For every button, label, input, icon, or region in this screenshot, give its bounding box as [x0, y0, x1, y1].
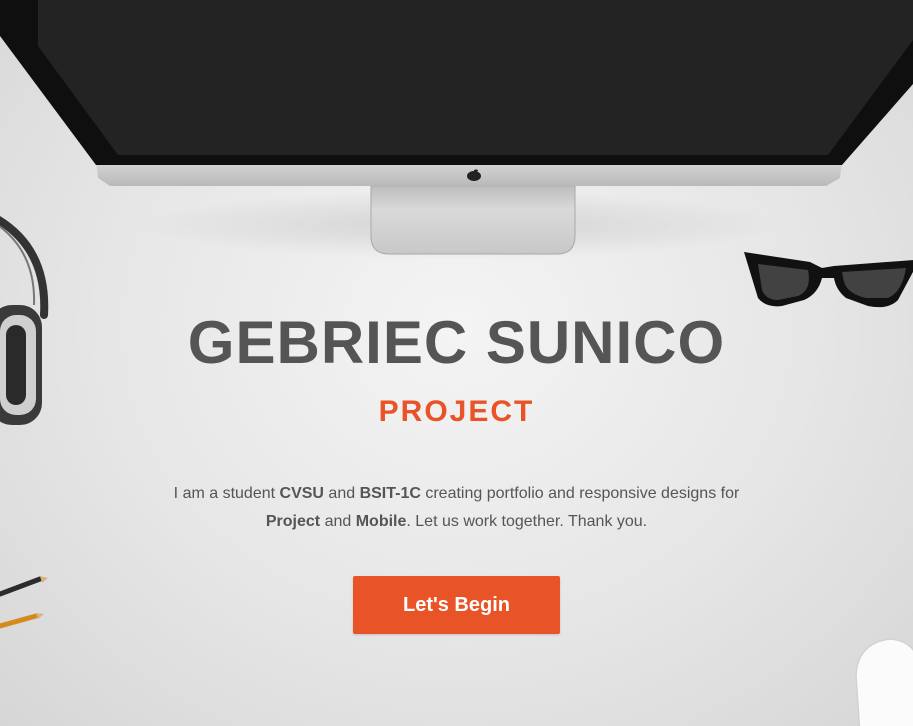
hero-background: GEBRIEC SUNICO PROJECT I am a student CV… — [0, 0, 913, 726]
desc-text: and — [320, 513, 356, 530]
desc-text: . Let us work together. Thank you. — [406, 513, 648, 530]
desc-school: CVSU — [279, 485, 324, 502]
desc-section: BSIT-1C — [359, 485, 421, 502]
hero-subtitle: PROJECT — [378, 395, 535, 428]
hero-section: GEBRIEC SUNICO PROJECT I am a student CV… — [0, 300, 913, 634]
lets-begin-button[interactable]: Let's Begin — [353, 576, 560, 634]
desc-topic-mobile: Mobile — [355, 513, 407, 530]
desc-text: I am a student — [173, 485, 280, 502]
desc-text: and — [323, 485, 360, 502]
imac-monitor-icon — [0, 0, 913, 186]
mouse-icon — [855, 638, 913, 726]
hero-title: GEBRIEC SUNICO — [187, 309, 726, 376]
desc-topic-project: Project — [265, 513, 321, 530]
monitor-stand — [370, 186, 576, 255]
hero-description: I am a student CVSU and BSIT-1C creating… — [157, 480, 757, 536]
desc-text: creating portfolio and responsive design… — [420, 485, 740, 502]
